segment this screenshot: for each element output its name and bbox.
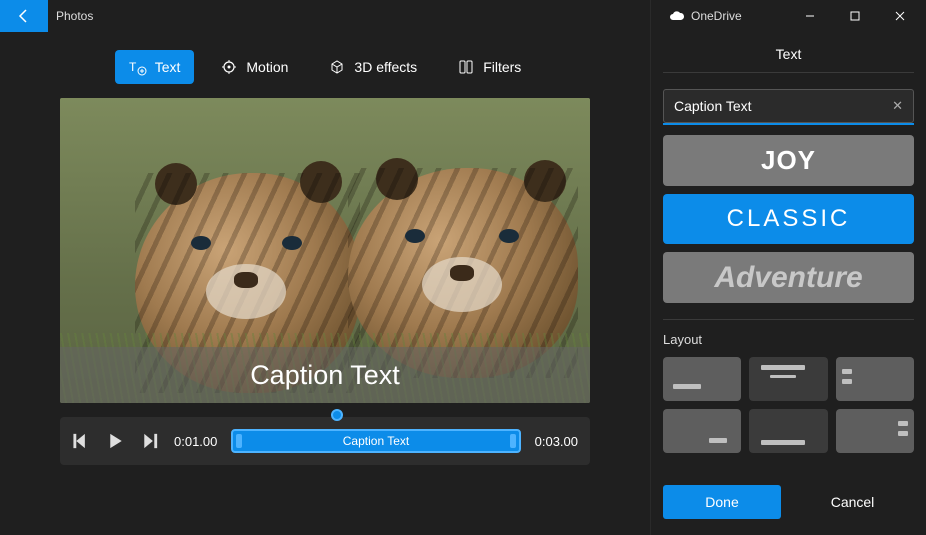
end-time: 0:03.00 [535, 434, 578, 449]
filters-icon [457, 58, 475, 76]
text-style-list: JOY CLASSIC Adventure [663, 135, 914, 303]
style-option-adventure[interactable]: Adventure [663, 252, 914, 303]
layout-option-1[interactable] [663, 357, 741, 401]
maximize-button[interactable] [832, 0, 877, 32]
motion-icon [220, 58, 238, 76]
tab-text[interactable]: T Text [115, 50, 195, 84]
close-icon [895, 11, 905, 21]
tab-motion-label: Motion [246, 59, 288, 75]
clip-handle-right[interactable] [510, 434, 516, 448]
playhead[interactable] [336, 409, 338, 421]
done-button[interactable]: Done [663, 485, 781, 519]
clip-handle-left[interactable] [236, 434, 242, 448]
timeline-track[interactable]: Caption Text [231, 427, 520, 455]
tab-filters-label: Filters [483, 59, 521, 75]
current-time: 0:01.00 [174, 434, 217, 449]
text-icon: T [129, 58, 147, 76]
minimize-button[interactable] [787, 0, 832, 32]
cloud-label: OneDrive [691, 9, 742, 23]
style-option-joy[interactable]: JOY [663, 135, 914, 186]
layout-section-label: Layout [663, 332, 914, 347]
cloud-indicator: OneDrive [669, 9, 742, 23]
layout-option-4[interactable] [663, 409, 741, 453]
tab-3d-effects-label: 3D effects [354, 59, 417, 75]
clip-label: Caption Text [343, 434, 410, 448]
minimize-icon [805, 11, 815, 21]
layout-option-2[interactable] [749, 357, 827, 401]
prev-frame-button[interactable] [72, 431, 92, 451]
editor-toolbar: T Text Motion 3D effects Filters [0, 32, 650, 98]
arrow-left-icon [16, 8, 32, 24]
tab-text-label: Text [155, 59, 181, 75]
style-option-classic[interactable]: CLASSIC [663, 194, 914, 245]
text-clip[interactable]: Caption Text [231, 429, 520, 453]
clear-input-button[interactable]: ✕ [892, 98, 903, 114]
layout-option-5[interactable] [749, 409, 827, 453]
app-title: Photos [56, 9, 93, 23]
video-preview[interactable]: Caption Text [60, 98, 590, 403]
next-frame-button[interactable] [140, 431, 160, 451]
caption-text-input[interactable] [674, 98, 892, 114]
layout-options [663, 357, 914, 453]
svg-text:T: T [129, 60, 137, 74]
panel-title: Text [663, 32, 914, 73]
cloud-icon [669, 11, 685, 21]
caption-overlay: Caption Text [60, 347, 590, 403]
layout-option-6[interactable] [836, 409, 914, 453]
layout-option-3[interactable] [836, 357, 914, 401]
caption-input-row: ✕ [663, 89, 914, 123]
tab-motion[interactable]: Motion [206, 50, 302, 84]
cancel-button[interactable]: Cancel [791, 494, 914, 510]
tab-filters[interactable]: Filters [443, 50, 535, 84]
close-button[interactable] [877, 0, 922, 32]
tab-3d-effects[interactable]: 3D effects [314, 50, 431, 84]
effects-3d-icon [328, 58, 346, 76]
play-button[interactable] [106, 431, 126, 451]
maximize-icon [850, 11, 860, 21]
playback-controls: 0:01.00 Caption Text 0:03.00 [60, 417, 590, 465]
back-button[interactable] [0, 0, 48, 32]
